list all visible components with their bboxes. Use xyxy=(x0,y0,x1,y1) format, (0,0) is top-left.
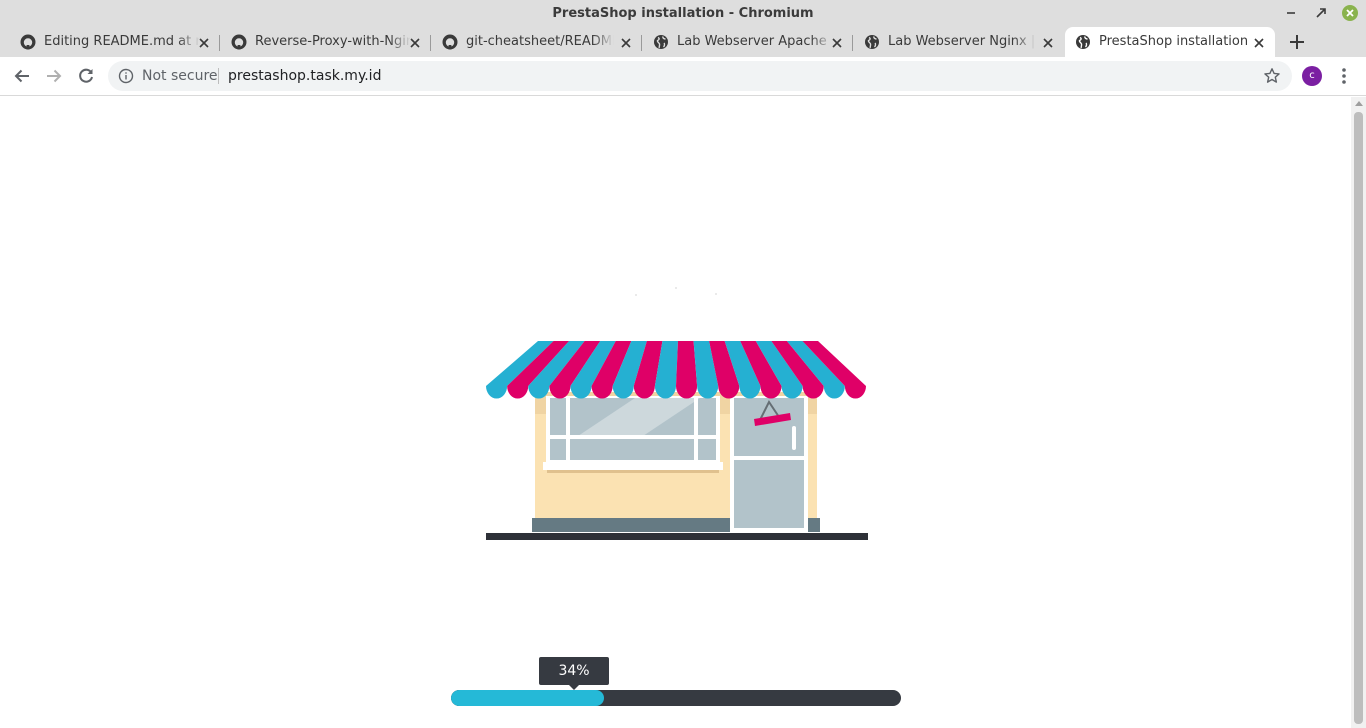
tab-git-cheatsheet[interactable]: git-cheatsheet/README.m xyxy=(432,27,640,57)
installation-progress-bar xyxy=(451,690,901,706)
globe-icon xyxy=(864,34,880,50)
close-tab-icon[interactable] xyxy=(1252,35,1266,49)
security-status[interactable]: Not secure xyxy=(142,61,218,91)
tab-prestashop-installation[interactable]: PrestaShop installation xyxy=(1065,27,1275,57)
browser-toolbar: Not secure prestashop.task.my.id c xyxy=(0,57,1366,96)
awning-stripe xyxy=(676,341,698,399)
new-tab-icon[interactable] xyxy=(1287,32,1307,52)
maximize-icon[interactable] xyxy=(1312,4,1330,22)
bookmark-star-icon[interactable] xyxy=(1263,67,1281,85)
tab-reverse-proxy[interactable]: Reverse-Proxy-with-Nginx xyxy=(221,27,429,57)
close-tab-icon[interactable] xyxy=(408,35,422,49)
tab-lab-webserver-nginx[interactable]: Lab Webserver Nginx | No xyxy=(854,27,1062,57)
github-icon xyxy=(20,34,36,50)
vertical-scrollbar[interactable] xyxy=(1351,97,1366,728)
close-tab-icon[interactable] xyxy=(619,35,633,49)
omnibox-divider xyxy=(218,68,219,84)
tab-label: Editing README.md at m xyxy=(44,27,200,57)
window-title: PrestaShop installation - Chromium xyxy=(552,6,814,21)
scrollbar-thumb[interactable] xyxy=(1354,112,1363,724)
profile-avatar[interactable]: c xyxy=(1302,66,1322,86)
url-text[interactable]: prestashop.task.my.id xyxy=(228,61,381,91)
tab-label: Reverse-Proxy-with-Nginx xyxy=(255,27,411,57)
tab-divider xyxy=(430,35,431,51)
tab-editing-readme[interactable]: Editing README.md at m xyxy=(10,27,218,57)
tab-divider xyxy=(219,35,220,51)
forward-icon[interactable] xyxy=(44,66,64,86)
close-tab-icon[interactable] xyxy=(1041,35,1055,49)
tab-divider xyxy=(641,35,642,51)
reload-icon[interactable] xyxy=(76,66,96,86)
github-icon xyxy=(442,34,458,50)
awning-stripes xyxy=(486,341,866,399)
close-window-icon[interactable] xyxy=(1341,4,1359,22)
globe-icon xyxy=(1075,34,1091,50)
tab-strip: Editing README.md at m Reverse-Proxy-wit… xyxy=(0,27,1366,57)
progress-percentage-tooltip: 34% xyxy=(539,657,609,690)
title-bar: PrestaShop installation - Chromium xyxy=(0,0,1366,27)
info-icon[interactable] xyxy=(118,68,134,84)
tab-divider xyxy=(852,35,853,51)
progress-bar-fill xyxy=(451,690,604,706)
close-tab-icon[interactable] xyxy=(830,35,844,49)
close-tab-icon[interactable] xyxy=(197,35,211,49)
github-icon xyxy=(231,34,247,50)
address-bar[interactable]: Not secure prestashop.task.my.id xyxy=(108,61,1292,91)
tab-label: PrestaShop installation xyxy=(1099,34,1249,49)
scroll-up-arrow-icon[interactable] xyxy=(1355,101,1363,106)
shop-illustration xyxy=(480,280,872,544)
tab-label: Lab Webserver Nginx | No xyxy=(888,27,1036,57)
menu-icon[interactable] xyxy=(1336,66,1352,86)
tab-label: Lab Webserver Apache | N xyxy=(677,27,833,57)
globe-icon xyxy=(653,34,669,50)
minimize-icon[interactable] xyxy=(1282,4,1300,22)
tab-lab-webserver-apache[interactable]: Lab Webserver Apache | N xyxy=(643,27,851,57)
tab-label: git-cheatsheet/README.m xyxy=(466,27,614,57)
back-icon[interactable] xyxy=(12,66,32,86)
